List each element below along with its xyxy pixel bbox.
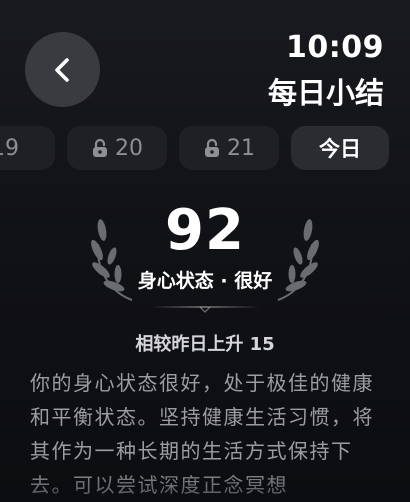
back-button[interactable] [25, 32, 100, 107]
tab-label: 今日 [319, 137, 361, 161]
chevron-left-icon [54, 57, 69, 82]
tab-day-20[interactable]: 20 [67, 126, 167, 170]
divider-tip [200, 307, 210, 313]
date-tabs: 19 20 21 今日 [0, 126, 389, 170]
summary-description: 你的身心状态很好，处于极佳的健康和平衡状态。坚持健康生活习惯，将其作为一种长期的… [30, 371, 374, 497]
clock-time: 10:09 [286, 30, 384, 65]
tab-day-21[interactable]: 21 [179, 126, 279, 170]
lock-icon [93, 138, 107, 157]
tab-day-19[interactable]: 19 [0, 126, 55, 170]
page-title: 每日小结 [267, 76, 384, 110]
score-section: 92 身心状态 · 很好 [0, 196, 410, 316]
compare-text: 相较昨日上升 15 [135, 334, 275, 355]
tab-label: 19 [0, 135, 19, 161]
lock-icon [205, 138, 219, 157]
tab-label: 21 [227, 135, 255, 161]
daily-summary-screen: 10:09 每日小结 19 20 21 今日 [0, 0, 410, 502]
tab-label: 20 [115, 135, 143, 161]
score-value: 92 [165, 198, 245, 263]
tab-today[interactable]: 今日 [291, 126, 389, 170]
score-state: 身心状态 · 很好 [137, 270, 273, 292]
